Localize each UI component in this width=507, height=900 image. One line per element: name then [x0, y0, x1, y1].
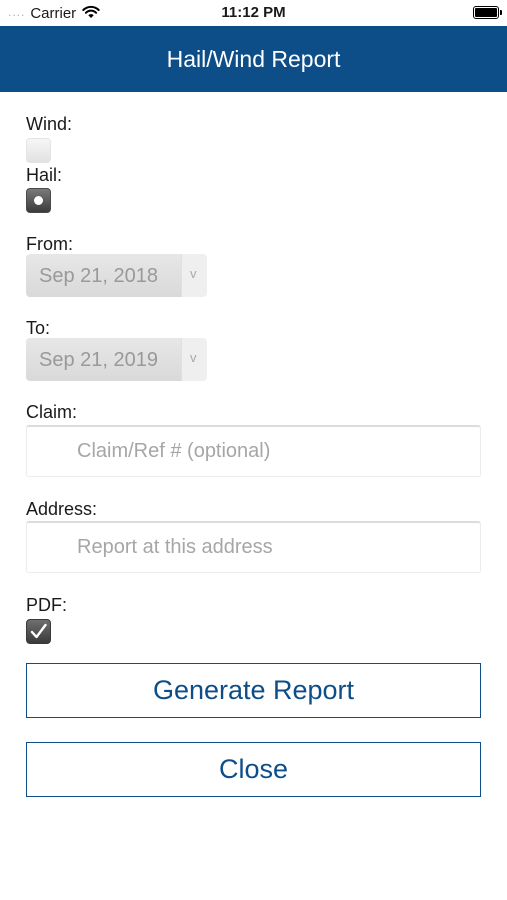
hail-label: Hail:	[26, 165, 63, 185]
claim-input[interactable]	[26, 425, 481, 477]
checkmark-icon	[30, 623, 47, 639]
close-button[interactable]: Close	[26, 742, 481, 797]
page-title: Hail/Wind Report	[166, 46, 341, 72]
chevron-down-icon: v	[190, 266, 197, 281]
hail-checkbox[interactable]	[26, 188, 51, 213]
selected-dot-icon	[34, 196, 43, 205]
status-bar: .... Carrier 11:12 PM	[0, 0, 507, 26]
wind-label: Wind:	[26, 114, 73, 134]
chevron-down-icon: v	[190, 350, 197, 365]
pdf-checkbox[interactable]	[26, 619, 51, 644]
from-label: From:	[26, 234, 73, 254]
to-date-value: Sep 21, 2019	[39, 349, 158, 371]
address-label: Address:	[26, 499, 98, 519]
generate-report-button[interactable]: Generate Report	[26, 663, 481, 718]
address-input[interactable]	[26, 521, 481, 573]
from-date-value: Sep 21, 2018	[39, 265, 158, 287]
to-label: To:	[26, 318, 51, 338]
wind-checkbox[interactable]	[26, 138, 51, 163]
pdf-label: PDF:	[26, 595, 68, 615]
to-date-select[interactable]: Sep 21, 2019 v	[26, 338, 207, 381]
claim-label: Claim:	[26, 402, 78, 422]
battery-icon	[473, 6, 502, 19]
status-time: 11:12 PM	[221, 4, 286, 21]
nav-bar: Hail/Wind Report	[0, 26, 507, 92]
from-date-select[interactable]: Sep 21, 2018 v	[26, 254, 207, 297]
